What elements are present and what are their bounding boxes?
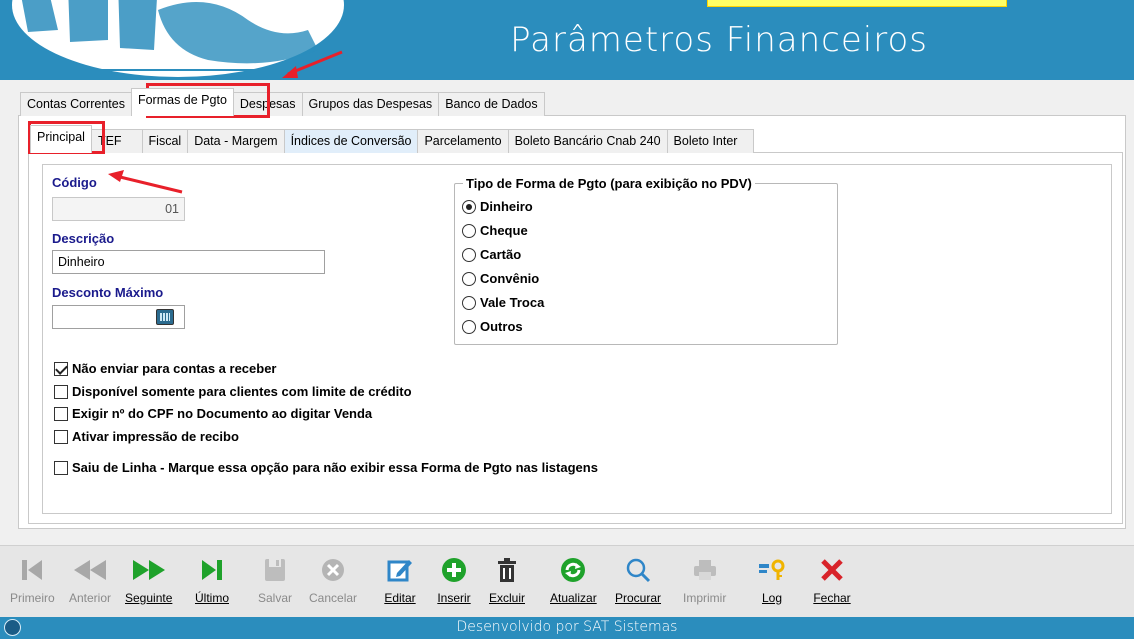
save-icon xyxy=(265,559,285,581)
tab-fiscal[interactable]: Fiscal xyxy=(141,129,189,153)
checkbox-icon[interactable] xyxy=(54,406,68,421)
next-record-icon xyxy=(132,560,165,580)
desconto-maximo-label: Desconto Máximo xyxy=(52,285,164,300)
tipo-forma-title: Tipo de Forma de Pgto (para exibição no … xyxy=(463,176,755,191)
descricao-field[interactable]: Dinheiro xyxy=(52,250,325,274)
radio-button-icon[interactable] xyxy=(462,271,476,286)
radio-label: Outros xyxy=(480,319,523,334)
ultimo-button[interactable]: Último xyxy=(192,553,232,605)
tab-boleto-bancario-cnab[interactable]: Boleto Bancário Cnab 240 xyxy=(507,129,668,153)
yellow-highlight-strip xyxy=(707,0,1007,7)
key-icon xyxy=(759,559,785,580)
radio-button-icon[interactable] xyxy=(462,295,476,310)
tab-tef[interactable]: TEF xyxy=(90,129,143,153)
radio-button-icon[interactable] xyxy=(462,247,476,262)
red-arrow-icon xyxy=(108,170,183,194)
radio-vale-troca[interactable]: Vale Troca xyxy=(462,295,544,310)
checkbox-label: Exigir nº do CPF no Documento ao digitar… xyxy=(72,406,373,421)
calculator-icon[interactable] xyxy=(156,309,174,325)
checkbox-label: Saiu de Linha - Marque essa opção para n… xyxy=(72,460,598,475)
descricao-label: Descrição xyxy=(52,231,115,246)
checkbox-nao-enviar[interactable]: Não enviar para contas a receber xyxy=(54,361,277,376)
tab-despesas[interactable]: Despesas xyxy=(232,92,303,116)
fechar-button[interactable]: Fechar xyxy=(812,553,852,605)
anterior-button[interactable]: Anterior xyxy=(69,553,111,605)
trash-icon xyxy=(498,558,516,582)
tab-boleto-inter[interactable]: Boleto Inter xyxy=(666,129,755,153)
add-icon xyxy=(442,558,466,582)
salvar-button[interactable]: Salvar xyxy=(255,553,295,605)
tab-grupos-das-despesas[interactable]: Grupos das Despesas xyxy=(301,92,440,116)
tab-banco-de-dados[interactable]: Banco de Dados xyxy=(438,92,545,116)
checkbox-icon[interactable] xyxy=(54,361,68,376)
inserir-button[interactable]: Inserir xyxy=(434,553,474,605)
checkbox-icon[interactable] xyxy=(54,384,68,399)
checkbox-label: Ativar impressão de recibo xyxy=(72,429,239,444)
app-header: Parâmetros Financeiros xyxy=(0,0,1134,80)
radio-convenio[interactable]: Convênio xyxy=(462,271,539,286)
tab-contas-correntes[interactable]: Contas Correntes xyxy=(20,92,132,116)
tab-formas-de-pgto[interactable]: Formas de Pgto xyxy=(130,88,234,116)
radio-label: Convênio xyxy=(480,271,540,286)
tab-parcelamento[interactable]: Parcelamento xyxy=(417,129,509,153)
radio-cartao[interactable]: Cartão xyxy=(462,247,521,262)
checkbox-label: Não enviar para contas a receber xyxy=(72,361,277,376)
radio-outros[interactable]: Outros xyxy=(462,319,523,334)
atualizar-button[interactable]: Atualizar xyxy=(550,553,597,605)
checkbox-label: Disponível somente para clientes com lim… xyxy=(72,384,412,399)
cancel-icon xyxy=(322,559,345,581)
radio-cheque[interactable]: Cheque xyxy=(462,223,528,238)
search-icon xyxy=(626,558,651,583)
checkbox-saiu-de-linha[interactable]: Saiu de Linha - Marque essa opção para n… xyxy=(54,460,598,475)
checkbox-icon[interactable] xyxy=(54,429,68,444)
checkbox-disponivel-somente[interactable]: Disponível somente para clientes com lim… xyxy=(54,384,412,399)
status-text: Desenvolvido por SAT Sistemas xyxy=(456,619,678,635)
printer-icon xyxy=(693,560,716,580)
tab-indices-de-conversao[interactable]: Índices de Conversão xyxy=(283,129,419,153)
status-bar: Desenvolvido por SAT Sistemas xyxy=(0,617,1134,639)
codigo-field[interactable]: 01 xyxy=(52,197,185,221)
imprimir-button[interactable]: Imprimir xyxy=(683,553,726,605)
radio-label: Dinheiro xyxy=(480,199,533,214)
outer-tab-strip: Contas Correntes Formas de Pgto Despesas… xyxy=(20,88,545,116)
close-icon xyxy=(821,559,843,581)
procurar-button[interactable]: Procurar xyxy=(615,553,661,605)
tab-principal[interactable]: Principal xyxy=(30,125,92,153)
first-record-icon xyxy=(22,560,43,580)
previous-record-icon xyxy=(74,560,107,580)
last-record-icon xyxy=(202,560,222,580)
excluir-button[interactable]: Excluir xyxy=(487,553,527,605)
radio-label: Cheque xyxy=(480,223,528,238)
radio-label: Cartão xyxy=(480,247,522,262)
seguinte-button[interactable]: Seguinte xyxy=(125,553,172,605)
checkbox-ativar-recibo[interactable]: Ativar impressão de recibo xyxy=(54,429,239,444)
cancelar-button[interactable]: Cancelar xyxy=(309,553,357,605)
red-arrow-icon xyxy=(282,50,343,78)
editar-button[interactable]: Editar xyxy=(380,553,420,605)
radio-dinheiro[interactable]: Dinheiro xyxy=(462,199,533,214)
page-title: Parâmetros Financeiros xyxy=(510,20,928,60)
radio-button-icon[interactable] xyxy=(462,319,476,334)
refresh-icon xyxy=(561,558,586,582)
primeiro-button[interactable]: Primeiro xyxy=(10,553,55,605)
codigo-label: Código xyxy=(52,175,97,190)
radio-label: Vale Troca xyxy=(480,295,545,310)
log-button[interactable]: Log xyxy=(752,553,792,605)
edit-icon xyxy=(387,560,412,582)
radio-button-icon[interactable] xyxy=(462,223,476,238)
checkbox-icon[interactable] xyxy=(54,460,68,475)
checkbox-exigir-cpf[interactable]: Exigir nº do CPF no Documento ao digitar… xyxy=(54,406,372,421)
tab-data-margem[interactable]: Data - Margem xyxy=(187,129,285,153)
inner-tab-strip: Principal TEF Fiscal Data - Margem Índic… xyxy=(30,125,755,153)
radio-button-icon[interactable] xyxy=(462,199,476,214)
